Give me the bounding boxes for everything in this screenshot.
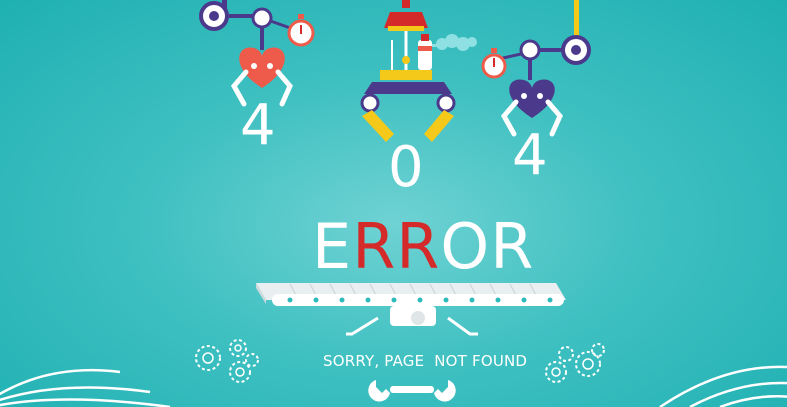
error-digit-third: 4 (512, 123, 548, 188)
spray-canister (418, 34, 432, 70)
gear-icon (551, 358, 594, 377)
error-404-page: 4 0 4 ERROR SORRY, PAGE NOT FOUND (0, 0, 787, 407)
error-digit-first: 4 (240, 93, 276, 158)
decorative-arcs-left (0, 368, 171, 407)
wrench-icon (368, 380, 456, 402)
center-robot-arm (360, 0, 477, 142)
right-robot-arm (481, 0, 591, 137)
error-letter: R (396, 210, 441, 283)
error-letter: O (440, 210, 491, 283)
steam-icon (432, 34, 477, 51)
error-letter: R (352, 210, 397, 283)
error-letter: E (312, 210, 353, 283)
stopwatch-icon (481, 48, 507, 79)
stopwatch-icon (287, 14, 315, 47)
not-found-message: SORRY, PAGE NOT FOUND (323, 352, 528, 370)
error-illustration (0, 0, 787, 407)
gear-icon (195, 339, 259, 383)
decorative-arcs-right (659, 365, 787, 407)
heart-icon (239, 47, 285, 88)
gear-icon (202, 344, 245, 377)
conveyor-belt (256, 283, 566, 336)
error-heading: ERROR (312, 212, 534, 282)
left-robot-arm (199, 0, 315, 107)
error-digit-second: 0 (388, 135, 424, 200)
error-letter: R (490, 210, 535, 283)
heart-icon (509, 79, 555, 118)
